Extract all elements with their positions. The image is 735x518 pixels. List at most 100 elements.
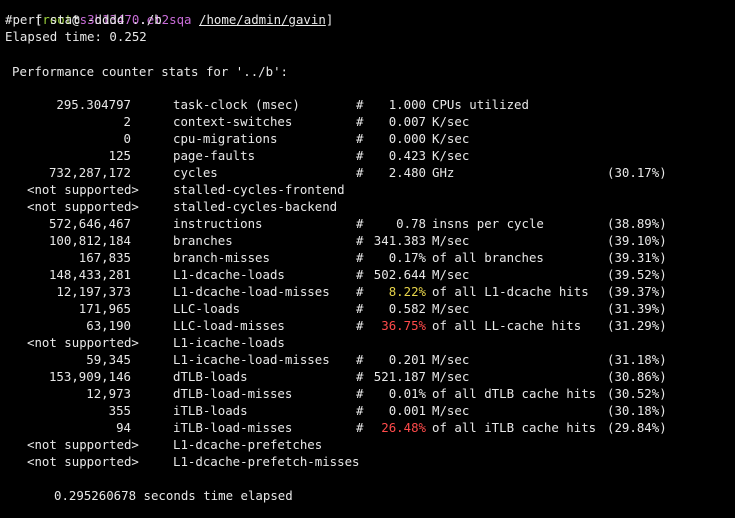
counter-unit: of all iTLB cache hits: [432, 420, 597, 435]
counter-hash: #: [356, 250, 364, 265]
counter-event: iTLB-load-misses: [173, 420, 293, 435]
prompt-close-bracket: ]: [325, 12, 334, 27]
counter-metric: 0.78: [396, 216, 426, 231]
counter-unit: M/sec: [432, 369, 470, 384]
counter-value: <not supported>: [27, 182, 139, 197]
counter-row: 12,197,373 L1-dcache-load-misses #8.22% of …: [0, 283, 735, 300]
counter-row: 0 cpu-migrations #0.000 K/sec: [0, 130, 735, 147]
counter-value: <not supported>: [27, 454, 139, 469]
counter-percentage: (31.39%): [607, 301, 667, 316]
counter-value: 12,197,373: [56, 284, 131, 299]
counter-value: <not supported>: [27, 437, 139, 452]
counter-event: dTLB-loads: [173, 369, 248, 384]
counter-percentage: (30.17%): [607, 165, 667, 180]
counter-row: 59,345 L1-icache-load-misses #0.201 M/sec (3…: [0, 351, 735, 368]
counter-metric: 0.001: [388, 403, 426, 418]
shell-prompt: [root@s3h13470.et2sqa /home/admin/gavin]: [5, 0, 333, 27]
counter-unit: K/sec: [432, 131, 470, 146]
counter-value: 2: [123, 114, 131, 129]
prompt-path: /home/admin/gavin: [199, 12, 326, 27]
counter-unit: K/sec: [432, 148, 470, 163]
counter-event: cpu-migrations: [173, 131, 278, 146]
counter-metric: 0.007: [388, 114, 426, 129]
counter-row: 63,190 LLC-load-misses #36.75% of all LL-ca…: [0, 317, 735, 334]
counter-value: 94: [116, 420, 131, 435]
counter-percentage: (30.86%): [607, 369, 667, 384]
counter-hash: #: [356, 216, 364, 231]
counter-value: <not supported>: [27, 335, 139, 350]
counter-value: 295.304797: [56, 97, 131, 112]
counter-value: 572,646,467: [48, 216, 131, 231]
counter-value: 59,345: [86, 352, 131, 367]
counter-percentage: (39.37%): [607, 284, 667, 299]
counter-hash: #: [356, 386, 364, 401]
counter-value: 355: [108, 403, 131, 418]
counter-event: cycles: [173, 165, 218, 180]
counter-value: 100,812,184: [48, 233, 131, 248]
counter-metric: 8.22%: [388, 284, 426, 299]
counter-event: stalled-cycles-frontend: [173, 182, 345, 197]
counter-hash: #: [356, 148, 364, 163]
counter-event: L1-dcache-load-misses: [173, 284, 330, 299]
counter-row: 572,646,467 instructions #0.78 insns per cy…: [0, 215, 735, 232]
counter-metric: 2.480: [388, 165, 426, 180]
counter-hash: #: [356, 284, 364, 299]
counter-metric: 0.201: [388, 352, 426, 367]
counter-row: 167,835 branch-misses #0.17% of all branche…: [0, 249, 735, 266]
counter-row: 732,287,172 cycles #2.480 GHz (30.17%): [0, 164, 735, 181]
counter-event: L1-dcache-loads: [173, 267, 285, 282]
counter-hash: #: [356, 165, 364, 180]
counter-percentage: (39.10%): [607, 233, 667, 248]
counter-hash: #: [356, 131, 364, 146]
counter-event: dTLB-load-misses: [173, 386, 293, 401]
counter-value: 63,190: [86, 318, 131, 333]
counter-percentage: (39.52%): [607, 267, 667, 282]
counter-event: L1-dcache-prefetches: [173, 437, 323, 452]
counter-event: context-switches: [173, 114, 293, 129]
counter-value: 153,909,146: [48, 369, 131, 384]
counter-value: 0: [123, 131, 131, 146]
counter-metric: 36.75%: [381, 318, 426, 333]
counter-unit: K/sec: [432, 114, 470, 129]
counter-event: L1-icache-loads: [173, 335, 285, 350]
counter-row: 355 iTLB-loads #0.001 M/sec (30.18%): [0, 402, 735, 419]
counter-percentage: (39.31%): [607, 250, 667, 265]
counter-row: 125 page-faults #0.423 K/sec: [0, 147, 735, 164]
counter-metric: 0.000: [388, 131, 426, 146]
counter-row: 153,909,146 dTLB-loads #521.187 M/sec (30.86…: [0, 368, 735, 385]
counter-value: 125: [108, 148, 131, 163]
counter-metric: 521.187: [373, 369, 426, 384]
counter-metric: 0.423: [388, 148, 426, 163]
counter-percentage: (38.89%): [607, 216, 667, 231]
counter-row: 2 context-switches #0.007 K/sec: [0, 113, 735, 130]
counter-row: 295.304797 task-clock (msec) #1.000 CPUs ut…: [0, 96, 735, 113]
counter-row: 171,965 LLC-loads #0.582 M/sec (31.39%): [0, 300, 735, 317]
counter-value: 167,835: [78, 250, 131, 265]
time-elapsed-footer: 0.295260678 seconds time elapsed: [54, 488, 293, 503]
counter-unit: GHz: [432, 165, 455, 180]
counter-hash: #: [356, 318, 364, 333]
counter-unit: of all branches: [432, 250, 544, 265]
elapsed-time: Elapsed time: 0.252: [5, 29, 147, 44]
counter-hash: #: [356, 97, 364, 112]
counter-event: instructions: [173, 216, 263, 231]
counter-unit: M/sec: [432, 233, 470, 248]
counter-value: 148,433,281: [48, 267, 131, 282]
counter-event: L1-icache-load-misses: [173, 352, 330, 367]
counter-percentage: (30.52%): [607, 386, 667, 401]
counter-metric: 0.17%: [388, 250, 426, 265]
counter-event: task-clock (msec): [173, 97, 300, 112]
counter-unit: M/sec: [432, 403, 470, 418]
counter-percentage: (30.18%): [607, 403, 667, 418]
counter-row: <not supported> stalled-cycles-frontend: [0, 181, 735, 198]
counter-unit: CPUs utilized: [432, 97, 529, 112]
counter-unit: M/sec: [432, 352, 470, 367]
counter-percentage: (29.84%): [607, 420, 667, 435]
counter-hash: #: [356, 420, 364, 435]
counter-row: 94 iTLB-load-misses #26.48% of all iTLB cac…: [0, 419, 735, 436]
counter-value: 12,973: [86, 386, 131, 401]
counter-hash: #: [356, 233, 364, 248]
counter-hash: #: [356, 352, 364, 367]
counter-event: LLC-loads: [173, 301, 241, 316]
counter-row: <not supported> L1-icache-loads: [0, 334, 735, 351]
